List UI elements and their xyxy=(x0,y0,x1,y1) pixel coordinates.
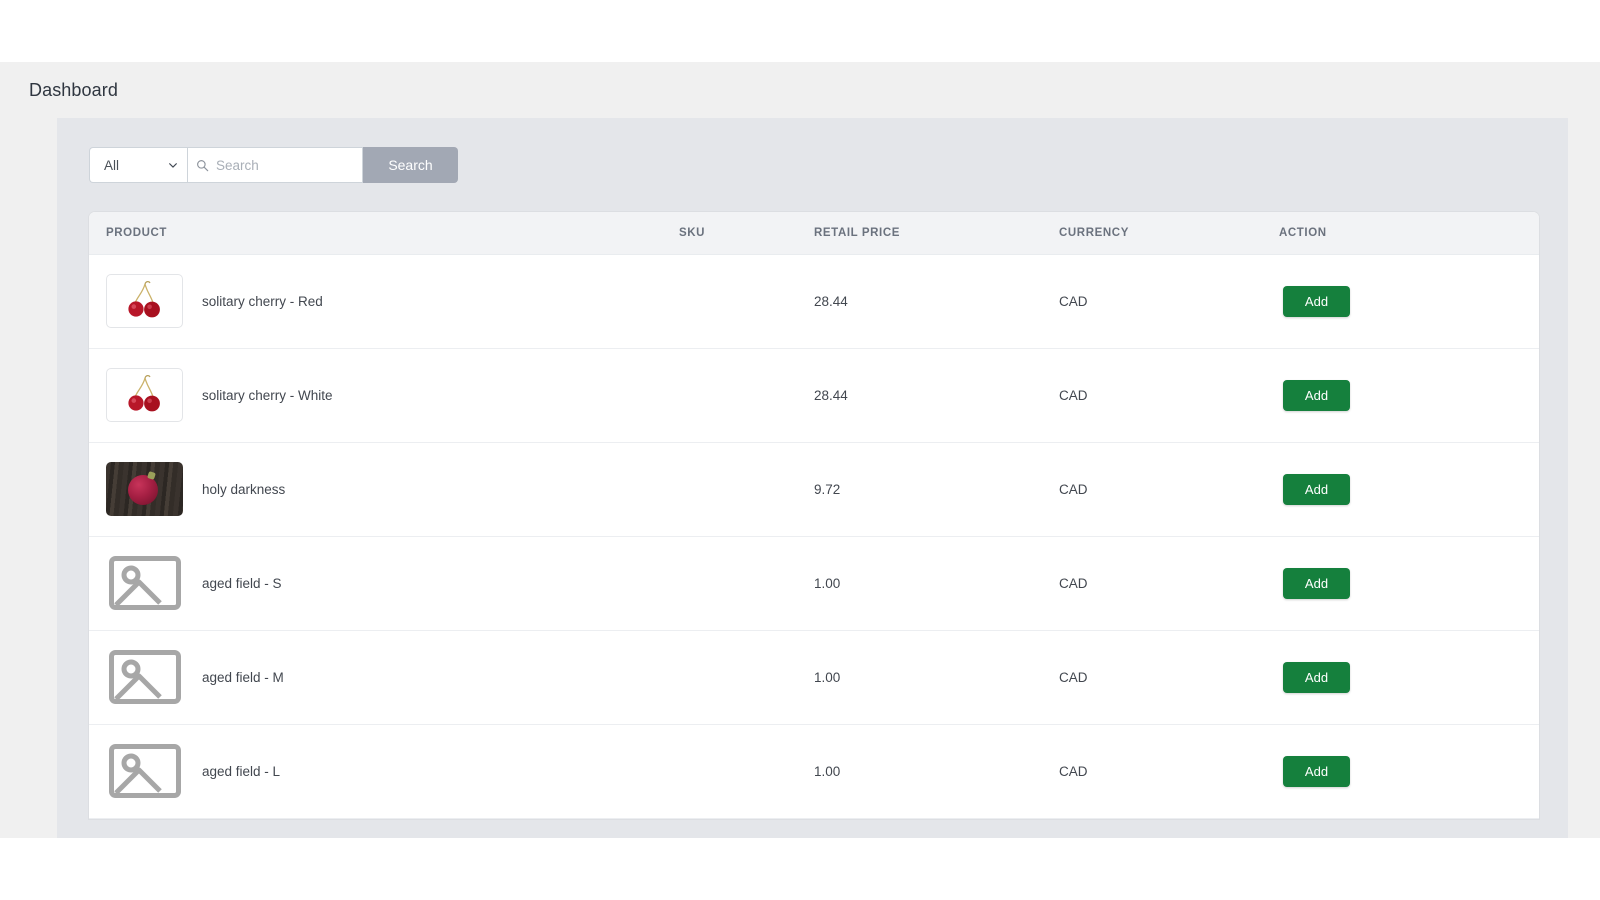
currency-value: CAD xyxy=(1059,387,1088,403)
cell-sku xyxy=(679,724,814,819)
retail-price-value: 28.44 xyxy=(814,387,848,403)
cell-product: aged field - S xyxy=(89,536,679,631)
search-input[interactable] xyxy=(216,148,362,182)
products-table-card: PRODUCT SKU RETAIL PRICE CURRENCY ACTION… xyxy=(89,212,1539,819)
currency-value: CAD xyxy=(1059,575,1088,591)
cell-sku xyxy=(679,254,814,349)
add-to-cart-button[interactable]: Add xyxy=(1283,473,1350,505)
cell-action: Add xyxy=(1279,348,1539,443)
table-row: holy darkness 9.72 CAD Add xyxy=(89,442,1539,537)
cell-currency: CAD xyxy=(1059,254,1279,349)
currency-value: CAD xyxy=(1059,293,1088,309)
retail-price-value: 1.00 xyxy=(814,575,841,591)
table-head: PRODUCT SKU RETAIL PRICE CURRENCY ACTION xyxy=(89,212,1539,255)
product-name: aged field - L xyxy=(202,763,281,779)
column-header-action: ACTION xyxy=(1279,212,1539,255)
cell-action: Add xyxy=(1279,630,1539,725)
page-header: Dashboard xyxy=(0,62,1600,118)
table-header-row: PRODUCT SKU RETAIL PRICE CURRENCY ACTION xyxy=(89,212,1539,255)
table-row: aged field - M 1.00 CAD Add xyxy=(89,630,1539,725)
table-row: solitary cherry - White 28.44 CAD Add xyxy=(89,348,1539,443)
cell-sku xyxy=(679,536,814,631)
column-header-product: PRODUCT xyxy=(89,212,679,255)
body-area: All Search PRODUCT SKU xyxy=(0,118,1600,838)
cell-product: solitary cherry - Red xyxy=(89,254,679,349)
product-thumbnail xyxy=(106,556,183,610)
cell-product: aged field - M xyxy=(89,630,679,725)
currency-value: CAD xyxy=(1059,763,1088,779)
cell-retail-price: 1.00 xyxy=(814,630,1059,725)
product-name: solitary cherry - White xyxy=(202,387,333,403)
products-table: PRODUCT SKU RETAIL PRICE CURRENCY ACTION… xyxy=(89,212,1539,819)
retail-price-value: 1.00 xyxy=(814,763,841,779)
right-gutter xyxy=(1568,118,1600,838)
product-thumbnail xyxy=(106,368,183,422)
currency-value: CAD xyxy=(1059,481,1088,497)
cell-sku xyxy=(679,630,814,725)
image-placeholder-icon xyxy=(108,744,181,798)
page-title: Dashboard xyxy=(29,79,118,100)
cell-product: solitary cherry - White xyxy=(89,348,679,443)
cell-action: Add xyxy=(1279,254,1539,349)
column-header-currency: CURRENCY xyxy=(1059,212,1279,255)
retail-price-value: 28.44 xyxy=(814,293,848,309)
cell-currency: CAD xyxy=(1059,724,1279,819)
add-to-cart-button[interactable]: Add xyxy=(1283,379,1350,411)
add-to-cart-button[interactable]: Add xyxy=(1283,755,1350,787)
add-to-cart-button[interactable]: Add xyxy=(1283,567,1350,599)
product-name: aged field - S xyxy=(202,575,282,591)
image-placeholder-icon xyxy=(108,556,181,610)
search-button[interactable]: Search xyxy=(363,147,458,183)
cell-retail-price: 1.00 xyxy=(814,536,1059,631)
search-input-wrapper[interactable] xyxy=(187,147,363,183)
table-body: solitary cherry - Red 28.44 CAD Add solitary… xyxy=(89,254,1539,819)
cherry-image xyxy=(127,375,160,412)
cell-action: Add xyxy=(1279,442,1539,537)
product-thumbnail xyxy=(106,744,183,798)
berry-shape xyxy=(127,475,158,505)
cell-retail-price: 1.00 xyxy=(814,724,1059,819)
cell-sku xyxy=(679,442,814,537)
category-select-wrapper[interactable]: All xyxy=(89,147,187,183)
cell-action: Add xyxy=(1279,724,1539,819)
table-row: aged field - L 1.00 CAD Add xyxy=(89,724,1539,819)
cherry-image xyxy=(127,281,160,318)
product-thumbnail xyxy=(106,274,183,328)
product-name: aged field - M xyxy=(202,669,284,685)
search-toolbar: All Search xyxy=(89,147,1568,183)
cell-retail-price: 28.44 xyxy=(814,254,1059,349)
table-row: aged field - S 1.00 CAD Add xyxy=(89,536,1539,631)
product-thumbnail xyxy=(106,650,183,704)
cell-product: aged field - L xyxy=(89,724,679,819)
image-placeholder-icon xyxy=(108,650,181,704)
cell-retail-price: 28.44 xyxy=(814,348,1059,443)
cell-currency: CAD xyxy=(1059,442,1279,537)
add-to-cart-button[interactable]: Add xyxy=(1283,661,1350,693)
berry-on-wood-image xyxy=(106,462,183,516)
product-name: solitary cherry - Red xyxy=(202,293,323,309)
product-name: holy darkness xyxy=(202,481,286,497)
cell-action: Add xyxy=(1279,536,1539,631)
cell-product: holy darkness xyxy=(89,442,679,537)
add-to-cart-button[interactable]: Add xyxy=(1283,285,1350,317)
cell-currency: CAD xyxy=(1059,630,1279,725)
currency-value: CAD xyxy=(1059,669,1088,685)
product-thumbnail xyxy=(106,462,183,516)
table-row: solitary cherry - Red 28.44 CAD Add xyxy=(89,254,1539,349)
content-panel: All Search PRODUCT SKU xyxy=(57,118,1568,838)
browser-top-strip xyxy=(0,0,1600,62)
cell-sku xyxy=(679,348,814,443)
retail-price-value: 1.00 xyxy=(814,669,841,685)
retail-price-value: 9.72 xyxy=(814,481,841,497)
search-icon xyxy=(197,159,209,171)
column-header-retail-price: RETAIL PRICE xyxy=(814,212,1059,255)
cell-currency: CAD xyxy=(1059,536,1279,631)
category-select[interactable]: All xyxy=(90,148,187,182)
left-gutter xyxy=(0,118,57,838)
cell-currency: CAD xyxy=(1059,348,1279,443)
cell-retail-price: 9.72 xyxy=(814,442,1059,537)
column-header-sku: SKU xyxy=(679,212,814,255)
